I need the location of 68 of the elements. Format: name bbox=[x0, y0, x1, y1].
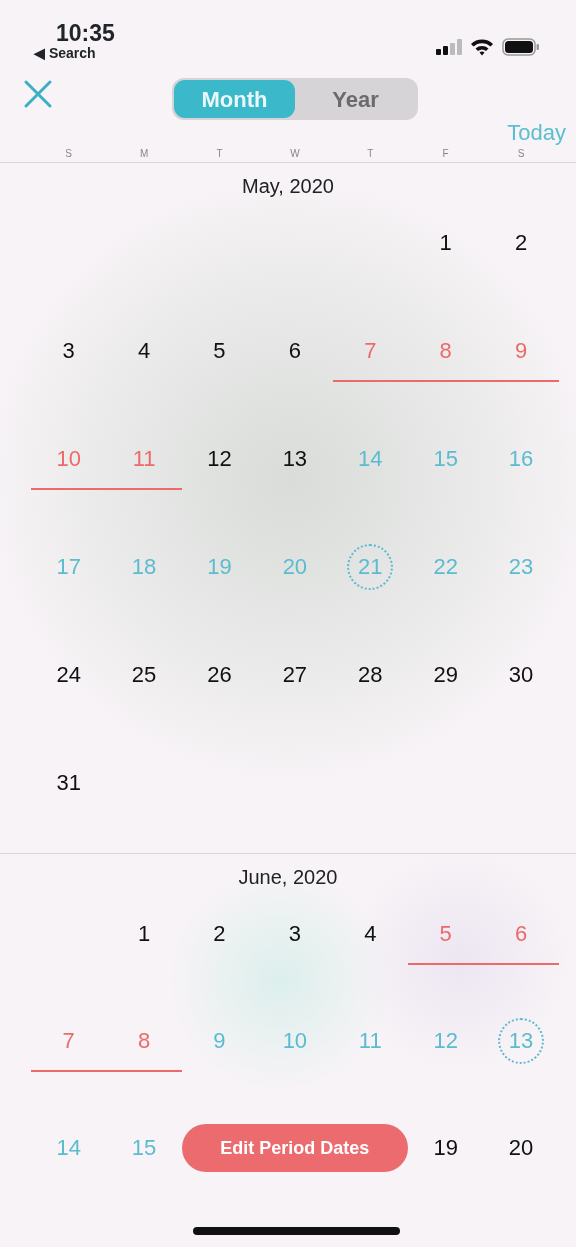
day-number[interactable]: 30 bbox=[508, 662, 534, 688]
view-tab[interactable]: Month bbox=[174, 80, 295, 118]
day-number[interactable]: 13 bbox=[282, 446, 308, 472]
day-number[interactable]: 22 bbox=[433, 554, 458, 580]
day-number[interactable]: 15 bbox=[131, 1135, 157, 1161]
day-number[interactable]: 29 bbox=[433, 662, 458, 688]
day-number[interactable]: 5 bbox=[213, 338, 226, 364]
day-number[interactable]: 2 bbox=[213, 921, 226, 947]
day-number[interactable]: 18 bbox=[131, 554, 157, 580]
signal-icon bbox=[436, 39, 462, 55]
day-number[interactable]: 3 bbox=[62, 338, 75, 364]
day-number[interactable]: 14 bbox=[56, 1135, 81, 1161]
day-number[interactable]: 25 bbox=[131, 662, 157, 688]
edit-period-button[interactable]: Edit Period Dates bbox=[181, 1124, 408, 1172]
day-number[interactable]: 26 bbox=[207, 662, 232, 688]
day-number[interactable]: 11 bbox=[358, 1028, 382, 1054]
day-number[interactable]: 11 bbox=[132, 446, 156, 472]
day-number[interactable]: 19 bbox=[207, 554, 232, 580]
day-number[interactable]: 10 bbox=[56, 446, 81, 472]
day-number[interactable]: 12 bbox=[207, 446, 232, 472]
day-number[interactable]: 19 bbox=[433, 1135, 458, 1161]
day-number[interactable]: 7 bbox=[62, 1028, 75, 1054]
day-number[interactable]: 27 bbox=[282, 662, 308, 688]
weekday-label: S bbox=[65, 148, 73, 159]
weekday-label: S bbox=[517, 148, 525, 159]
day-number[interactable]: 8 bbox=[137, 1028, 151, 1054]
back-link[interactable]: ◀ Search bbox=[34, 45, 115, 62]
today-button[interactable]: Today bbox=[507, 116, 566, 149]
month-title: May, 2020 bbox=[242, 175, 334, 197]
weekday-label: M bbox=[139, 148, 149, 159]
day-number[interactable]: 1 bbox=[137, 921, 151, 947]
day-number[interactable]: 9 bbox=[213, 1028, 226, 1054]
day-number[interactable]: 16 bbox=[508, 446, 534, 472]
close-icon bbox=[22, 78, 54, 110]
day-number[interactable]: 31 bbox=[56, 770, 81, 796]
day-number[interactable]: 15 bbox=[433, 446, 458, 472]
day-number[interactable]: 1 bbox=[439, 230, 452, 256]
day-number[interactable]: 20 bbox=[282, 554, 308, 580]
day-number[interactable]: 6 bbox=[288, 338, 301, 364]
day-number[interactable]: 12 bbox=[433, 1028, 458, 1054]
weekday-label: T bbox=[367, 148, 374, 159]
wifi-icon bbox=[470, 38, 494, 56]
day-number[interactable]: 2 bbox=[514, 230, 528, 256]
day-number[interactable]: 23 bbox=[508, 554, 534, 580]
day-number[interactable]: 7 bbox=[364, 338, 377, 364]
day-number[interactable]: 13 bbox=[498, 1018, 545, 1064]
day-number[interactable]: 6 bbox=[514, 921, 528, 947]
weekday-label: T bbox=[216, 148, 223, 159]
day-number[interactable]: 4 bbox=[137, 338, 151, 364]
day-number[interactable]: 10 bbox=[282, 1028, 308, 1054]
view-tab[interactable]: Year bbox=[295, 80, 416, 118]
day-number[interactable]: 21 bbox=[347, 544, 394, 590]
day-number[interactable]: 3 bbox=[288, 921, 301, 947]
battery-icon bbox=[502, 38, 540, 56]
month-title: June, 2020 bbox=[238, 866, 338, 888]
status-time: 10:35 bbox=[56, 22, 115, 45]
day-number[interactable]: 8 bbox=[439, 338, 452, 364]
close-button[interactable] bbox=[22, 78, 54, 110]
day-number[interactable]: 4 bbox=[364, 921, 377, 947]
weekday-label: W bbox=[290, 148, 300, 159]
day-number[interactable]: 17 bbox=[56, 554, 81, 580]
day-number[interactable]: 9 bbox=[514, 338, 528, 364]
day-number[interactable]: 24 bbox=[56, 662, 81, 688]
day-number[interactable]: 20 bbox=[508, 1135, 534, 1161]
day-number[interactable]: 28 bbox=[358, 662, 383, 688]
weekday-label: F bbox=[442, 148, 449, 159]
day-number[interactable]: 5 bbox=[439, 921, 452, 947]
day-number[interactable]: 14 bbox=[358, 446, 383, 472]
